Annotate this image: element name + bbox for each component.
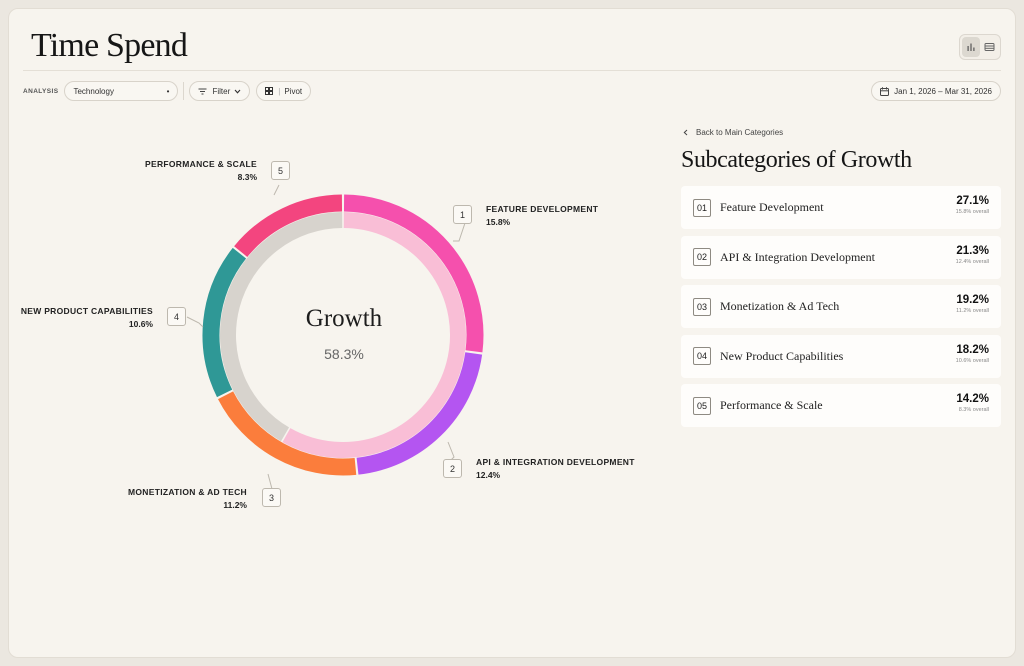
row-label: Performance & Scale xyxy=(720,398,823,412)
leader-line-4 xyxy=(186,316,204,328)
callout-number-1: 1 xyxy=(453,205,472,224)
subcategories-heading: Subcategories of Growth xyxy=(681,147,912,173)
row-overall: 8.3% overall xyxy=(958,407,989,413)
donut-chart xyxy=(186,184,484,490)
callout-name-3: MONETIZATION & AD TECH xyxy=(128,487,247,497)
row-values: 27.1% 15.8% overall xyxy=(956,195,989,215)
row-overall: 15.8% overall xyxy=(955,209,989,215)
subcategory-row-5[interactable]: 05 Performance & Scale 14.2% 8.3% overal… xyxy=(681,384,1001,427)
table-view-button[interactable] xyxy=(980,37,998,57)
callout-number-4: 4 xyxy=(167,307,186,326)
callout-pct-3: 11.2% xyxy=(223,500,247,510)
row-number: 03 xyxy=(693,297,711,316)
row-percent: 19.2% xyxy=(956,294,989,306)
row-overall: 11.2% overall xyxy=(956,308,989,314)
row-percent: 27.1% xyxy=(956,195,989,207)
row-label: API & Integration Development xyxy=(720,249,875,264)
row-label: Monetization & Ad Tech xyxy=(720,299,840,313)
chevron-left-icon xyxy=(683,129,688,136)
subcategory-row-3[interactable]: 03 Monetization & Ad Tech 19.2% 11.2% ov… xyxy=(681,285,1001,328)
subcategory-list: 01 Feature Development 27.1% 15.8% overa… xyxy=(681,186,1001,434)
callout-number-3: 3 xyxy=(262,488,281,507)
back-link-label: Back to Main Categories xyxy=(696,128,784,137)
row-overall: 10.6% overall xyxy=(955,357,989,364)
row-values: 14.2% 8.3% overall xyxy=(956,393,989,413)
row-overall: 12.4% overall xyxy=(955,258,989,265)
date-range-text: Jan 1, 2026 – Mar 31, 2026 xyxy=(894,86,992,96)
row-label: New Product Capabilities xyxy=(720,348,844,363)
leader-line-3 xyxy=(267,473,273,490)
callout-pct-2: 12.4% xyxy=(476,470,501,480)
row-values: 18.2% 10.6% overall xyxy=(956,344,989,364)
row-values: 19.2% 11.2% overall xyxy=(956,294,989,314)
row-percent: 14.2% xyxy=(956,393,989,405)
donut-center-title: Growth xyxy=(305,305,383,332)
leader-line-1 xyxy=(453,222,466,242)
row-number: 02 xyxy=(693,248,711,266)
subcategory-row-4[interactable]: 04 New Product Capabilities 18.2% 10.6% … xyxy=(681,334,1001,378)
row-number: 05 xyxy=(693,396,711,415)
callout-name-4: NEW PRODUCT CAPABILITIES xyxy=(20,306,153,316)
callout-pct-5: 8.3% xyxy=(237,172,257,182)
row-percent: 21.3% xyxy=(956,244,989,257)
donut-inner-growth-arc[interactable] xyxy=(282,212,466,458)
callout-name-2: API & INTEGRATION DEVELOPMENT xyxy=(476,457,635,467)
date-range-button[interactable]: Jan 1, 2026 – Mar 31, 2026 xyxy=(871,81,1001,101)
callout-pct-1: 15.8% xyxy=(486,217,511,227)
callout-number-5: 5 xyxy=(271,161,290,180)
callout-name-5: PERFORMANCE & SCALE xyxy=(145,159,257,169)
table-icon xyxy=(984,43,994,51)
back-to-main-categories-link[interactable]: Back to Main Categories xyxy=(683,128,783,137)
row-percent: 18.2% xyxy=(956,343,989,356)
callout-name-1: FEATURE DEVELOPMENT xyxy=(486,204,599,214)
calendar-icon xyxy=(880,86,890,96)
row-number: 01 xyxy=(693,198,711,217)
bar-chart-icon xyxy=(967,43,975,51)
subcategory-row-2[interactable]: 02 API & Integration Development 21.3% 1… xyxy=(681,235,1001,279)
time-spend-panel: Time Spend ANALYSIS Technology • Filter xyxy=(8,8,1016,658)
leader-line-5 xyxy=(273,184,280,196)
row-values: 21.3% 12.4% overall xyxy=(956,245,989,265)
subcategory-row-1[interactable]: 01 Feature Development 27.1% 15.8% overa… xyxy=(681,186,1001,229)
callout-number-2: 2 xyxy=(443,459,462,478)
row-number: 04 xyxy=(693,347,711,365)
row-label: Feature Development xyxy=(720,200,824,214)
donut-chart-area: Growth 58.3% 1 FEATURE DEVELOPMENT 15.8%… xyxy=(9,9,669,659)
callout-pct-4: 10.6% xyxy=(128,319,153,329)
donut-center-percent: 58.3% xyxy=(324,346,364,362)
view-toggle xyxy=(959,34,1001,60)
chart-view-button[interactable] xyxy=(962,37,980,57)
